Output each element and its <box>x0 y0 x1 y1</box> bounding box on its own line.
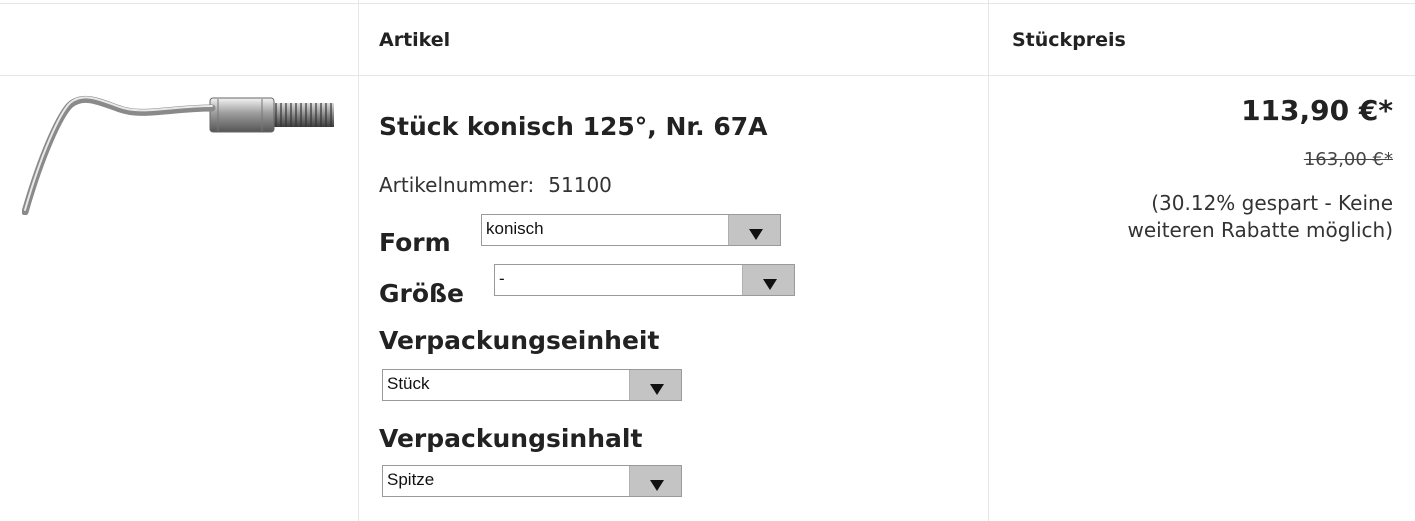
chevron-down-icon[interactable] <box>629 370 681 400</box>
form-select[interactable]: konisch <box>481 214 781 246</box>
pack-content-select-value: Spitze <box>387 470 435 489</box>
product-title[interactable]: Stück konisch 125°, Nr. 67A <box>379 112 768 141</box>
scaler-tip-image[interactable] <box>22 95 342 215</box>
form-select-value: konisch <box>486 219 544 238</box>
header-article: Artikel <box>379 29 451 51</box>
column-divider <box>988 0 989 521</box>
size-select-value: - <box>499 269 505 288</box>
header-unit-price: Stückpreis <box>1012 29 1126 51</box>
article-number-value: 51100 <box>548 173 612 197</box>
chevron-down-icon[interactable] <box>629 466 681 496</box>
column-divider <box>358 0 359 521</box>
pack-unit-label: Verpackungseinheit <box>379 326 660 355</box>
chevron-down-icon[interactable] <box>728 215 780 245</box>
pack-unit-select-value: Stück <box>387 374 430 393</box>
size-label: Größe <box>379 279 464 308</box>
pack-content-label: Verpackungsinhalt <box>379 424 643 453</box>
size-select[interactable]: - <box>494 264 795 296</box>
pack-content-select[interactable]: Spitze <box>382 465 682 497</box>
chevron-down-icon[interactable] <box>742 265 794 295</box>
row-divider <box>0 3 1415 4</box>
old-price: 163,00 €* <box>1303 149 1393 170</box>
savings-note: (30.12% gespart - Keine weiteren Rabatte… <box>1127 191 1394 242</box>
form-label: Form <box>379 228 451 257</box>
row-divider <box>0 75 1415 76</box>
article-number-label: Artikelnummer: <box>379 173 535 197</box>
article-number: Artikelnummer: 51100 <box>379 173 612 197</box>
pack-unit-select[interactable]: Stück <box>382 369 682 401</box>
current-price: 113,90 €* <box>1241 94 1393 127</box>
